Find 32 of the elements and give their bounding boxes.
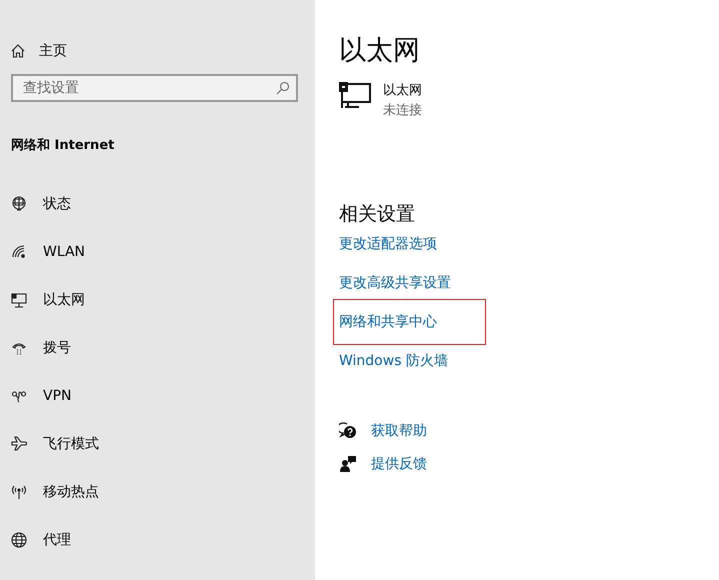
- device-name: 以太网: [383, 82, 422, 99]
- help-link[interactable]: 提供反馈: [371, 452, 427, 476]
- section-title: 网络和 Internet: [11, 137, 116, 152]
- settings-link[interactable]: 网络和共享中心: [334, 300, 485, 344]
- page-title: 以太网: [339, 34, 421, 68]
- search-icon[interactable]: [276, 81, 290, 95]
- nav-item[interactable]: 飞行模式: [0, 420, 315, 468]
- monitor-icon: [339, 81, 373, 109]
- hotspot-icon: [11, 484, 27, 500]
- globe-monitor-icon: [11, 196, 27, 212]
- settings-link[interactable]: Windows 防火墙: [339, 349, 448, 373]
- help-link[interactable]: 获取帮助: [371, 419, 427, 443]
- nav-item[interactable]: WLAN: [0, 228, 315, 276]
- settings-link[interactable]: 更改适配器选项: [339, 232, 437, 256]
- home-link[interactable]: 主页: [39, 42, 67, 60]
- monitor-icon: [11, 292, 27, 308]
- globe-icon: [11, 532, 27, 548]
- wifi-icon: [11, 244, 27, 260]
- search-field[interactable]: 查找设置: [11, 74, 298, 102]
- help-icon: [339, 422, 357, 440]
- device-status: 未连接: [383, 102, 422, 119]
- airplane-icon: [11, 436, 27, 452]
- home-icon[interactable]: [11, 44, 25, 58]
- feedback-icon: [339, 455, 357, 473]
- nav-item[interactable]: 状态: [0, 180, 315, 228]
- nav-item[interactable]: 移动热点: [0, 468, 315, 516]
- nav-item[interactable]: 代理: [0, 516, 315, 564]
- nav-item[interactable]: 以太网: [0, 276, 315, 324]
- nav-item[interactable]: VPN: [0, 372, 315, 420]
- section-heading: 相关设置: [339, 202, 416, 225]
- nav-item[interactable]: 拨号: [0, 324, 315, 372]
- settings-link[interactable]: 更改高级共享设置: [339, 271, 451, 295]
